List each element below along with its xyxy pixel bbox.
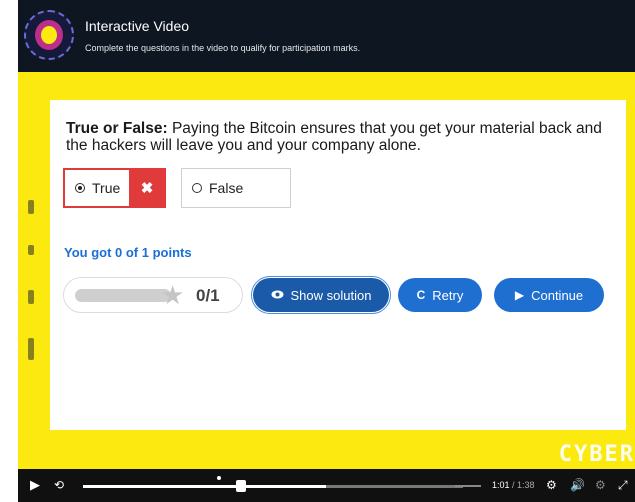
question-card: True or False: Paying the Bitcoin ensure…	[50, 100, 626, 430]
video-frame: Interactive Video Complete the questions…	[18, 0, 635, 502]
option-false-label: False	[209, 180, 244, 196]
settings-icon[interactable]: ⚙	[595, 478, 606, 492]
rewind-icon[interactable]: ⟲	[54, 478, 64, 492]
play-arrow-icon: ▶	[514, 288, 525, 302]
header-subtitle: Complete the questions in the video to q…	[85, 43, 361, 53]
background-glyph	[28, 200, 34, 214]
show-solution-button[interactable]: Show solution	[251, 276, 391, 314]
score-fraction: 0/1	[196, 286, 220, 305]
cyber-watermark: CYBER	[558, 442, 635, 467]
retry-icon: C	[416, 288, 426, 302]
continue-label: Continue	[531, 287, 584, 303]
background-glyph	[28, 245, 34, 255]
fullscreen-icon[interactable]: ⤢	[618, 478, 628, 493]
video-header: Interactive Video Complete the questions…	[18, 0, 635, 72]
star-icon: ★	[161, 280, 185, 310]
logo-icon	[24, 10, 74, 60]
current-time: 1:01	[492, 480, 510, 490]
seek-bar-played	[83, 485, 327, 488]
score-progress: ★ 0/1	[63, 277, 243, 313]
seek-bar[interactable]	[83, 485, 463, 488]
score-bar	[75, 289, 171, 302]
background-glyph	[28, 338, 34, 360]
radio-unselected-icon	[192, 183, 202, 193]
eye-icon	[271, 288, 284, 302]
interaction-marker[interactable]	[217, 476, 221, 480]
wrong-answer-icon: ✖	[129, 168, 165, 208]
question-lead: True or False:	[66, 120, 168, 137]
option-false[interactable]: False	[181, 168, 291, 208]
volume-icon[interactable]: 🔊	[570, 478, 585, 492]
header-title: Interactive Video	[85, 18, 190, 34]
score-feedback: You got 0 of 1 points	[64, 245, 192, 260]
player-controls: ▶ ⟲ 1:01 / 1:38 ⚙ 🔊 ⚙ ⤢	[18, 469, 635, 502]
show-solution-label: Show solution	[290, 287, 372, 303]
play-icon[interactable]: ▶	[30, 477, 40, 493]
option-true-label: True	[92, 180, 121, 196]
continue-button[interactable]: ▶ Continue	[494, 278, 604, 312]
background-glyph	[28, 290, 34, 304]
retry-button[interactable]: C Retry	[398, 278, 482, 312]
seek-handle[interactable]	[236, 480, 247, 492]
time-display: 1:01 / 1:38	[492, 480, 535, 490]
bookmark-track[interactable]	[455, 485, 481, 487]
radio-selected-icon	[75, 183, 85, 193]
duration: / 1:38	[512, 480, 535, 490]
option-true[interactable]: True ✖	[63, 168, 166, 208]
question-text: True or False: Paying the Bitcoin ensure…	[66, 120, 616, 154]
speed-icon[interactable]: ⚙	[546, 478, 557, 492]
retry-label: Retry	[432, 287, 464, 303]
